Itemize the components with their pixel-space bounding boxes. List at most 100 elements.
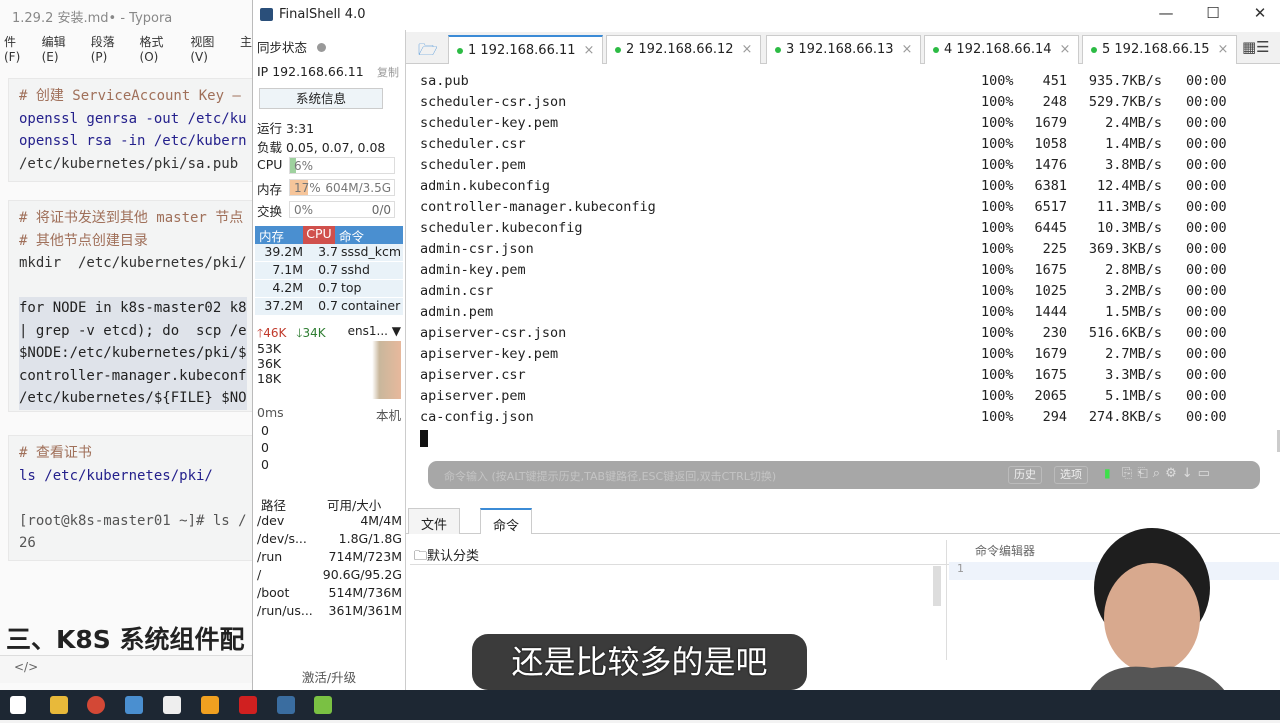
image-viewer-icon[interactable] <box>314 696 332 714</box>
text: 100% <box>981 346 1014 362</box>
text: 225 <box>1042 241 1067 257</box>
disk-row[interactable]: / 90.6G/95.2G <box>257 567 402 585</box>
tab-session-5[interactable]: 5 192.168.66.15 × <box>1082 35 1238 64</box>
maximize-button[interactable]: ☐ <box>1193 4 1233 26</box>
download-speed: 34K <box>302 326 326 340</box>
terminal[interactable]: sa.pub 100% 451 935.7KB/s 00:00 scheduler-csr… <box>406 65 1278 455</box>
history-button[interactable]: 历史 <box>1008 466 1042 484</box>
connected-icon <box>933 46 939 53</box>
text: 10.3MB/s <box>1096 220 1162 236</box>
folder-open-icon[interactable]: 🗁 <box>418 39 438 66</box>
tab-session-4[interactable]: 4 192.168.66.14 × <box>924 35 1080 64</box>
menu-view[interactable]: 视图(V) <box>190 33 228 64</box>
text: 00:00 <box>1186 178 1227 194</box>
menu-theme[interactable]: 主 <box>240 33 252 64</box>
text: 12.4MB/s <box>1096 178 1162 194</box>
process-row[interactable]: 39.2M 3.7 sssd_kcm <box>255 244 403 262</box>
options-button[interactable]: 选项 <box>1054 466 1088 484</box>
code-block[interactable]: # 创建 ServiceAccount Key — openssl genrsa … <box>8 78 258 182</box>
text: 39.2M <box>264 244 303 259</box>
close-tab-icon[interactable]: × <box>902 42 913 57</box>
tab-files[interactable]: 文件 <box>408 508 461 534</box>
menu-paragraph[interactable]: 段落(P) <box>91 33 128 64</box>
text: 1675 <box>1034 262 1067 278</box>
text: apiserver.csr <box>420 367 526 383</box>
tab-session-2[interactable]: 2 192.168.66.12 × <box>606 35 762 64</box>
typora-icon[interactable] <box>163 696 181 714</box>
minimize-button[interactable]: — <box>1146 4 1186 26</box>
text: 00:00 <box>1186 241 1227 257</box>
code-block[interactable]: # 将证书发送到其他 master 节点 # 其他节点创建目录 mkdir /etc… <box>8 200 258 412</box>
text: 11.3MB/s <box>1096 199 1162 215</box>
code-line: $NODE:/etc/kubernetes/pki/$ <box>19 342 247 365</box>
text: 00:00 <box>1186 157 1227 173</box>
close-tab-icon[interactable]: × <box>584 43 595 58</box>
copy-ip-button[interactable]: 复制 <box>377 64 399 80</box>
swap-detail: 0/0 <box>371 203 391 217</box>
toolbar-icons[interactable]: ⎘⎗⌕⚙↓▭ <box>1122 466 1215 481</box>
command-category[interactable]: 🗀默认分类 <box>410 541 950 565</box>
text: 3.8MB/s <box>1105 157 1162 173</box>
session-tabs: 🗁 1 192.168.66.11 × 2 192.168.66.12 × 3 19… <box>406 32 1280 64</box>
disk-row[interactable]: /run/us... 361M/361M <box>257 603 402 621</box>
text: 100% <box>981 157 1014 173</box>
close-tab-icon[interactable]: × <box>1218 42 1229 57</box>
text: 2.4MB/s <box>1105 115 1162 131</box>
activate-upgrade-link[interactable]: 激活/升级 <box>257 667 401 686</box>
send-icon[interactable]: ▮ <box>1104 466 1111 480</box>
text: 100% <box>981 409 1014 425</box>
process-row[interactable]: 37.2M 0.7 container <box>255 298 403 316</box>
text: /dev <box>257 513 285 528</box>
interface-select[interactable]: ens1... ▼ <box>348 324 401 338</box>
command-input[interactable]: 命令输入 (按ALT键提示历史,TAB键路径,ESC键返回,双击CTRL切换) … <box>428 461 1260 489</box>
menu-edit[interactable]: 编辑(E) <box>42 33 79 64</box>
system-info-button[interactable]: 系统信息 <box>259 88 383 109</box>
text: 100% <box>981 220 1014 236</box>
text: 00:00 <box>1186 409 1227 425</box>
vmware-icon[interactable] <box>201 696 219 714</box>
close-tab-icon[interactable]: × <box>742 42 753 57</box>
chrome-icon[interactable] <box>87 696 105 714</box>
column-cpu[interactable]: CPU <box>303 226 335 244</box>
column-memory[interactable]: 内存 <box>255 226 303 244</box>
menu-file[interactable]: 件(F) <box>4 33 30 64</box>
code-line: openssl genrsa -out /etc/ku <box>19 110 247 127</box>
file-explorer-icon[interactable] <box>50 696 68 714</box>
remote-desktop-icon[interactable] <box>125 696 143 714</box>
folder-icon: 🗀 <box>414 549 428 564</box>
list-scrollbar[interactable] <box>933 566 941 606</box>
text: 默认分类 <box>427 549 480 564</box>
disk-row[interactable]: /dev 4M/4M <box>257 513 402 531</box>
code-block[interactable]: # 查看证书 ls /etc/kubernetes/pki/ [root@k8s-… <box>8 435 258 561</box>
disk-row[interactable]: /dev/s... 1.8G/1.8G <box>257 531 402 549</box>
text: 514M/736M <box>328 585 403 600</box>
text: 100% <box>981 115 1014 131</box>
text: 1679 <box>1034 115 1067 131</box>
source-mode-toggle[interactable]: </> <box>0 655 252 683</box>
tab-commands[interactable]: 命令 <box>480 508 533 534</box>
sync-status-label: 同步状态 <box>257 40 308 55</box>
connected-icon <box>615 46 621 53</box>
text: 100% <box>981 367 1014 383</box>
tab-session-1[interactable]: 1 192.168.66.11 × <box>448 35 604 64</box>
close-button[interactable]: ✕ <box>1240 4 1280 26</box>
process-row[interactable]: 7.1M 0.7 sshd <box>255 262 403 280</box>
menu-format[interactable]: 格式(O) <box>140 33 179 64</box>
close-tab-icon[interactable]: × <box>1060 42 1071 57</box>
disk-row[interactable]: /boot 514M/736M <box>257 585 402 603</box>
disk-row[interactable]: /run 714M/723M <box>257 549 402 567</box>
swap-usage-bar: 0% 0/0 <box>289 201 395 218</box>
typora-window: 1.29.2 安装.md• - Typora 件(F) 编辑(E) 段落(P) … <box>0 0 258 690</box>
wps-icon[interactable] <box>239 696 257 714</box>
finalshell-icon[interactable] <box>277 696 295 714</box>
text: 0.7 <box>318 262 338 277</box>
layout-grid-icon[interactable]: ▦☰ <box>1242 38 1270 56</box>
column-command[interactable]: 命令 <box>335 226 364 244</box>
process-row[interactable]: 4.2M 0.7 top <box>255 280 403 298</box>
tab-session-3[interactable]: 3 192.168.66.13 × <box>766 35 922 64</box>
text: top <box>341 280 362 295</box>
start-icon[interactable] <box>10 696 26 714</box>
text: 100% <box>981 325 1014 341</box>
memory-label: 内存 <box>257 182 283 197</box>
